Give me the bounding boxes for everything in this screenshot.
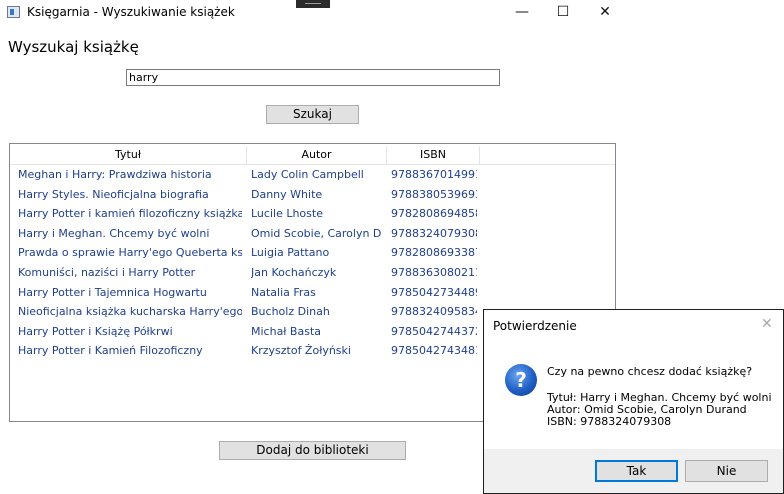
confirmation-dialog: Potwierdzenie ✕ ? Czy na pewno chcesz do…: [483, 309, 784, 494]
cell-title: Prawda o sprawie Harry'ego Queberta ksią…: [18, 246, 242, 260]
add-to-library-button[interactable]: Dodaj do biblioteki: [219, 441, 406, 460]
table-row[interactable]: Komuniści, naziści i Harry Potter Jan Koc…: [10, 264, 615, 282]
cell-isbn: 9785042734489: [391, 285, 477, 299]
header-divider: [10, 164, 615, 165]
cell-author: Luigia Pattano: [251, 246, 330, 260]
cell-author: Omid Scobie, Carolyn Durand: [251, 226, 382, 240]
cell-isbn: 9788363080211: [391, 266, 477, 279]
dialog-question: Czy na pewno chcesz dodać książkę?: [547, 365, 753, 378]
dialog-close-icon[interactable]: ✕: [761, 316, 773, 332]
table-row[interactable]: Harry Potter i kamień filozoficzny książ…: [10, 205, 615, 223]
table-row[interactable]: Harry Styles. Nieoficjalna biografia Dann…: [10, 186, 615, 204]
column-header-author[interactable]: Autor: [247, 146, 386, 164]
table-row[interactable]: Meghan i Harry: Prawdziwa historia Lady C…: [10, 166, 615, 184]
cell-isbn: 9785042743481: [391, 344, 477, 358]
minimize-button[interactable]: —: [499, 0, 545, 24]
cell-author: Krzysztof Żołyński: [251, 344, 351, 358]
cell-isbn: 9785042744372: [391, 324, 477, 338]
cell-title: Harry i Meghan. Chcemy być wolni: [18, 226, 210, 240]
cell-isbn: 9788324095834: [391, 305, 477, 319]
cell-isbn: 9788380539693: [391, 187, 477, 201]
dialog-title: Potwierdzenie: [493, 319, 577, 333]
cell-author: Jan Kochańczyk: [251, 266, 337, 279]
close-button[interactable]: ✕: [582, 0, 628, 24]
cell-title: Harry Potter i Książę Półkrwi: [18, 324, 173, 338]
cell-author: Lucile Lhoste: [251, 207, 323, 221]
cell-author: Danny White: [251, 187, 323, 201]
cell-title: Harry Styles. Nieoficjalna biografia: [18, 187, 209, 201]
cell-title: Harry Potter i Tajemnica Hogwartu: [18, 285, 207, 299]
cell-isbn: 9782808694858: [391, 207, 477, 221]
cell-author: Natalia Fras: [251, 285, 316, 299]
drag-handle[interactable]: [296, 0, 330, 8]
cell-author: Lady Colin Campbell: [251, 168, 364, 181]
question-icon: ?: [505, 364, 537, 396]
cell-isbn: 9782808693387: [391, 246, 477, 260]
table-row[interactable]: Harry Potter i Tajemnica Hogwartu Natalia…: [10, 284, 615, 302]
table-row[interactable]: Prawda o sprawie Harry'ego Queberta ksią…: [10, 244, 615, 262]
cell-title: Meghan i Harry: Prawdziwa historia: [18, 168, 212, 181]
cell-title: Harry Potter i kamień filozoficzny książ…: [18, 207, 242, 221]
column-header-title[interactable]: Tytuł: [10, 146, 246, 164]
table-row[interactable]: Harry i Meghan. Chcemy być wolni Omid Sco…: [10, 225, 615, 243]
search-button[interactable]: Szukaj: [266, 105, 359, 124]
column-separator[interactable]: [479, 146, 480, 164]
maximize-button[interactable]: ☐: [540, 0, 586, 24]
dialog-footer: Tak Nie: [484, 449, 783, 493]
app-icon: [7, 6, 20, 18]
yes-button[interactable]: Tak: [595, 460, 678, 482]
cell-isbn: 9788367014991: [391, 168, 477, 181]
window-title: Księgarnia - Wyszukiwanie książek: [27, 5, 235, 19]
cell-title: Komuniści, naziści i Harry Potter: [18, 266, 196, 279]
search-input[interactable]: harry: [126, 69, 500, 86]
cell-isbn: 9788324079308: [391, 226, 477, 240]
dialog-detail-isbn: ISBN: 9788324079308: [547, 415, 672, 428]
cell-title: Nieoficjalna książka kucharska Harry'ego…: [18, 305, 242, 319]
no-button[interactable]: Nie: [685, 460, 768, 482]
cell-author: Bucholz Dinah: [251, 305, 330, 319]
cell-author: Michał Basta: [251, 324, 322, 338]
cell-title: Harry Potter i Kamień Filozoficzny: [18, 344, 203, 358]
column-header-isbn[interactable]: ISBN: [387, 146, 479, 164]
page-title: Wyszukaj książkę: [8, 38, 139, 56]
